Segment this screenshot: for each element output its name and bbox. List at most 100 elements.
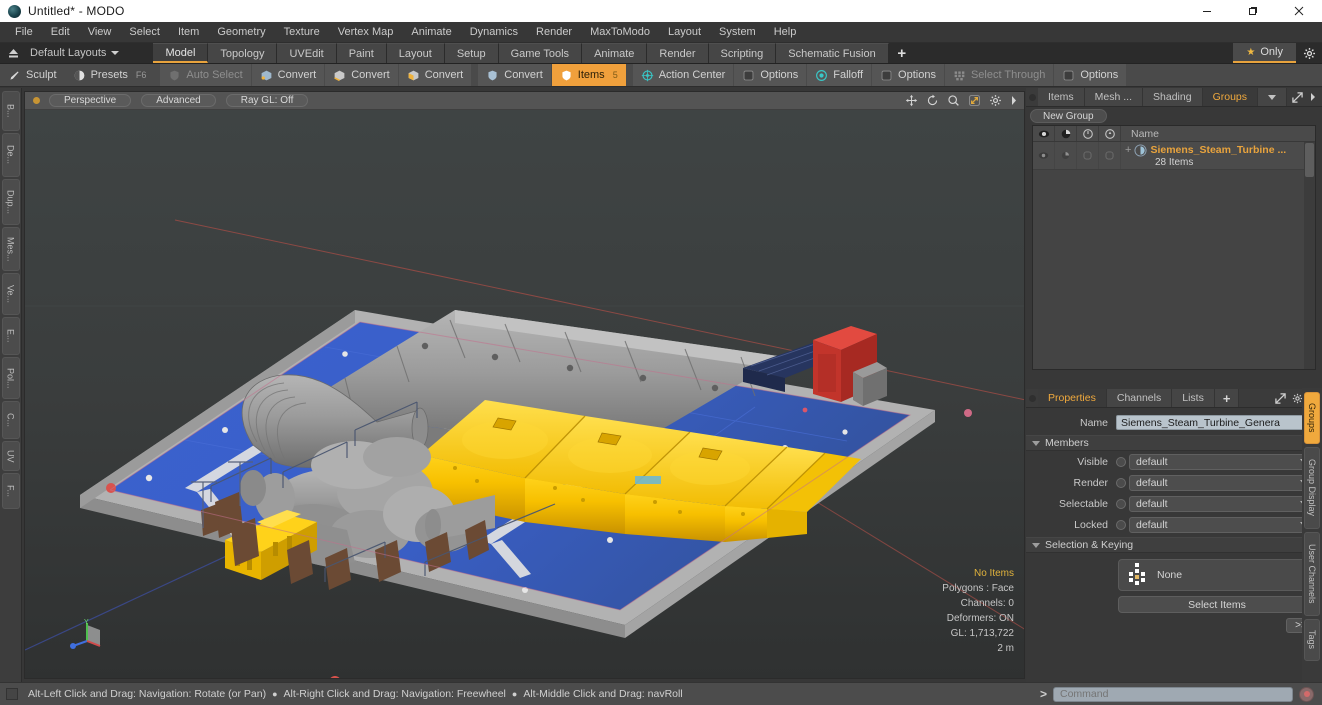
lock-icon[interactable] — [1077, 126, 1099, 141]
expand-icon[interactable] — [1292, 91, 1303, 103]
selection-set-field[interactable]: None — [1118, 559, 1316, 591]
side-tab-group-display[interactable]: Group Display — [1304, 447, 1320, 529]
select-through-button[interactable]: Select Through — [944, 64, 1055, 86]
tab-render[interactable]: Render — [647, 43, 709, 63]
rotate-icon[interactable] — [926, 94, 939, 107]
menu-maxtomodo[interactable]: MaxToModo — [581, 22, 659, 43]
row-render-toggle[interactable] — [1055, 142, 1077, 169]
action-center-options-button[interactable]: Options — [734, 64, 808, 86]
left-tab-mesh[interactable]: Mes... — [1, 227, 20, 271]
viewport-shading-dropdown[interactable]: Advanced — [141, 94, 216, 107]
auto-select-button[interactable]: Auto Select — [160, 64, 252, 86]
tab-lists[interactable]: Lists — [1172, 389, 1215, 407]
left-tab-fur[interactable]: F... — [1, 473, 20, 509]
tab-add[interactable]: + — [1214, 389, 1240, 407]
chevron-down-icon[interactable] — [1258, 88, 1288, 106]
left-tab-polygon[interactable]: Pol... — [1, 357, 20, 399]
menu-geometry[interactable]: Geometry — [208, 22, 274, 43]
tab-paint[interactable]: Paint — [336, 43, 387, 63]
zoom-icon[interactable] — [947, 94, 960, 107]
convert-polygon-button[interactable]: Convert — [398, 64, 473, 86]
menu-select[interactable]: Select — [120, 22, 169, 43]
left-tab-uv[interactable]: UV — [1, 441, 20, 471]
convert-items-button[interactable]: Convert — [478, 64, 552, 86]
side-tab-groups[interactable]: Groups — [1304, 392, 1320, 444]
items-mode-button[interactable]: Items 5 — [551, 64, 627, 86]
move-icon[interactable] — [905, 94, 918, 107]
presets-button[interactable]: Presets F6 — [64, 64, 155, 86]
menu-layout[interactable]: Layout — [659, 22, 710, 43]
side-tab-tags[interactable]: Tags — [1304, 619, 1320, 661]
left-tab-deform[interactable]: De... — [1, 133, 20, 177]
add-layout-button[interactable]: + — [889, 43, 915, 63]
action-center-button[interactable]: Action Center — [632, 64, 735, 86]
only-toggle[interactable]: ★ Only — [1233, 43, 1296, 63]
menu-help[interactable]: Help — [765, 22, 806, 43]
chevron-right-icon[interactable] — [1010, 95, 1018, 106]
command-input[interactable] — [1053, 686, 1293, 702]
menu-item[interactable]: Item — [169, 22, 208, 43]
restore-icon[interactable] — [1230, 0, 1276, 22]
row-lock-toggle[interactable] — [1077, 142, 1099, 169]
render-select[interactable]: default — [1129, 474, 1316, 491]
row-eye-toggle[interactable] — [1033, 142, 1055, 169]
menu-dynamics[interactable]: Dynamics — [461, 22, 527, 43]
viewport-mode-dropdown[interactable]: Perspective — [49, 94, 132, 107]
menu-animate[interactable]: Animate — [402, 22, 460, 43]
tab-scripting[interactable]: Scripting — [708, 43, 777, 63]
left-tab-edge[interactable]: E... — [1, 317, 20, 355]
locked-radio[interactable] — [1116, 519, 1126, 530]
menu-render[interactable]: Render — [527, 22, 581, 43]
left-tab-basic[interactable]: B... — [1, 91, 20, 131]
members-section-header[interactable]: Members — [1026, 435, 1322, 451]
viewport-raygl-dropdown[interactable]: Ray GL: Off — [225, 94, 309, 107]
close-icon[interactable] — [1276, 0, 1322, 22]
minimize-icon[interactable] — [1184, 0, 1230, 22]
viewport-canvas[interactable] — [25, 110, 1024, 678]
table-row[interactable]: + Siemens_Steam_Turbine ... 28 Items — [1033, 142, 1315, 170]
chevron-right-icon[interactable] — [1309, 92, 1317, 102]
selectable-radio[interactable] — [1116, 498, 1126, 509]
render-radio[interactable] — [1116, 477, 1126, 488]
rtab-groups[interactable]: Groups — [1202, 88, 1259, 106]
eye-icon[interactable] — [1033, 126, 1055, 141]
selectable-select[interactable]: default — [1129, 495, 1316, 512]
sculpt-button[interactable]: Sculpt — [0, 64, 65, 86]
default-layouts-dropdown[interactable]: Default Layouts — [26, 43, 129, 63]
menu-view[interactable]: View — [79, 22, 121, 43]
menu-file[interactable]: File — [6, 22, 42, 43]
tab-model[interactable]: Model — [153, 43, 209, 63]
panel-corner-menu[interactable] — [1026, 88, 1038, 106]
tab-game-tools[interactable]: Game Tools — [498, 43, 583, 63]
tab-setup[interactable]: Setup — [444, 43, 499, 63]
tab-topology[interactable]: Topology — [208, 43, 278, 63]
menu-vertex-map[interactable]: Vertex Map — [329, 22, 403, 43]
expand-toggle[interactable]: + — [1125, 144, 1131, 155]
menu-edit[interactable]: Edit — [42, 22, 79, 43]
tab-properties[interactable]: Properties — [1038, 389, 1107, 407]
convert-edge-button[interactable]: Convert — [325, 64, 399, 86]
eject-icon[interactable] — [0, 43, 26, 63]
gear-icon[interactable] — [989, 94, 1002, 107]
select-items-button[interactable]: Select Items — [1118, 596, 1316, 613]
visible-radio[interactable] — [1116, 456, 1126, 467]
tab-animate[interactable]: Animate — [582, 43, 648, 63]
selection-keying-section-header[interactable]: Selection & Keying — [1026, 537, 1322, 553]
falloff-options-button[interactable]: Options — [872, 64, 945, 86]
3d-viewport[interactable]: Perspective Advanced Ray GL: Off Y No It… — [24, 91, 1025, 679]
tab-layout[interactable]: Layout — [386, 43, 445, 63]
expand-icon[interactable] — [1275, 392, 1286, 404]
left-tab-vertex[interactable]: Ve... — [1, 273, 20, 315]
properties-corner-menu[interactable] — [1026, 389, 1038, 407]
menu-system[interactable]: System — [710, 22, 765, 43]
gear-icon[interactable] — [1296, 43, 1322, 63]
row-select-toggle[interactable] — [1099, 142, 1121, 169]
tab-channels[interactable]: Channels — [1106, 389, 1173, 407]
tab-uvedit[interactable]: UVEdit — [277, 43, 337, 63]
row-name-cell[interactable]: + Siemens_Steam_Turbine ... 28 Items — [1121, 142, 1315, 169]
falloff-button[interactable]: Falloff — [807, 64, 873, 86]
fit-icon[interactable] — [968, 94, 981, 107]
rtab-items[interactable]: Items — [1038, 88, 1085, 106]
left-tab-command[interactable]: C... — [1, 401, 20, 439]
convert-vertex-button[interactable]: Convert — [251, 64, 326, 86]
